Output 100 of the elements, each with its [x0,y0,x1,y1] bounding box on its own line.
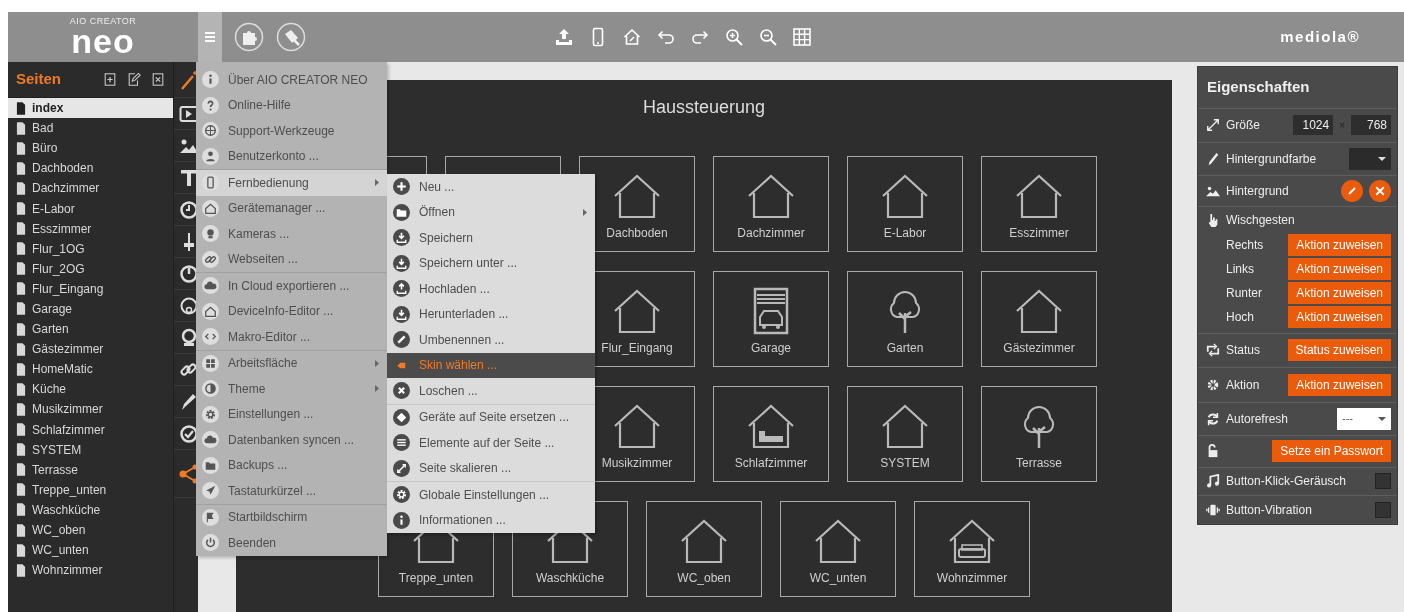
grid-icon [202,354,219,372]
timer-icon[interactable] [179,263,199,284]
page-item[interactable]: Garten [8,319,173,340]
room-tile[interactable]: WC_oben [646,501,762,597]
room-tile[interactable]: Garten [847,271,963,367]
menu-item[interactable]: Über AIO CREATOR NEO [196,67,387,93]
menu-item[interactable]: Online-Hilfe [196,92,387,118]
room-tile[interactable]: Terrasse [981,386,1097,482]
menu-item[interactable]: Makro-Editor ... [196,324,387,350]
edit-icon[interactable] [1346,184,1358,197]
puzzle-icon[interactable] [234,22,264,52]
zoom-in-icon[interactable] [724,27,745,47]
clock-icon[interactable] [179,199,199,220]
menu-item[interactable]: Fernbedienung [196,170,387,196]
page-icon [16,423,26,437]
folder-icon [393,203,410,221]
room-tile[interactable]: Wohnzimmer [914,501,1030,597]
logo-caption: AIO CREATOR [69,16,137,26]
menu-item[interactable]: In Cloud exportieren ... [196,273,387,299]
page-item[interactable]: Flur_1OG [8,238,173,259]
page-item[interactable]: Dachboden [8,158,173,179]
room-tile[interactable]: Schlafzimmer [713,386,829,482]
menu-item[interactable]: DeviceInfo-Editor ... [196,298,387,324]
room-tile[interactable]: Garage [713,271,829,367]
check-icon[interactable] [179,423,199,444]
set-password-button[interactable]: Setze ein Passwort [1272,440,1391,462]
page-item[interactable]: WC_unten [8,540,173,561]
assign-action-button[interactable]: Aktion zuweisen [1288,305,1391,328]
close-icon[interactable] [1374,184,1386,197]
page-item[interactable]: Flur_2OG [8,258,173,279]
menu-item[interactable]: Kameras ... [196,221,387,247]
menu-item[interactable]: Webseiten ... [196,246,387,272]
checkbox[interactable] [1375,501,1391,518]
page-item[interactable]: Flur_Eingang [8,278,173,299]
page-item[interactable]: WC_oben [8,519,173,541]
edit-page-icon[interactable] [127,72,141,87]
gauge-icon[interactable] [179,295,199,316]
page-item[interactable]: index [8,98,173,119]
page-icon [16,483,26,497]
menu-item[interactable]: Tastaturkürzel ... [196,478,387,504]
tile-label: Treppe_unten [398,570,474,587]
page-item[interactable]: Terrasse [8,459,173,480]
room-tile[interactable]: WC_unten [780,501,896,597]
assign-action-button[interactable]: Aktion zuweisen [1288,281,1391,304]
page-item[interactable]: Garage [8,298,173,320]
page-item[interactable]: Treppe_unten [8,479,173,500]
menu-item[interactable]: Backups ... [196,452,387,478]
menu-item[interactable]: Einstellungen ... [196,401,387,427]
help-icon [202,96,219,114]
page-item[interactable]: Esszimmer [8,218,173,239]
person-icon [202,147,219,165]
zoom-out-icon[interactable] [758,27,779,47]
rocket-icon [202,482,219,500]
magic-wand-icon[interactable] [179,69,199,90]
menu-item[interactable]: Theme [196,376,387,402]
page-item[interactable]: SYSTEM [8,439,173,460]
width-field[interactable]: 1024 [1293,115,1334,135]
power-icon [202,534,219,552]
page-item[interactable]: Gästezimmer [8,339,173,360]
checkbox[interactable] [1375,473,1391,489]
page-item[interactable]: Waschküche [8,499,173,520]
menu-item[interactable]: Gerätemanager ... [196,195,387,221]
page-item[interactable]: E-Labor [8,198,173,219]
resize-icon [393,459,410,477]
webcam-icon[interactable] [179,327,199,348]
menu-item[interactable]: Arbeitsfläche [196,350,387,376]
add-page-icon[interactable] [103,72,117,87]
page-item[interactable]: Büro [8,138,173,159]
download-icon [393,305,410,323]
page-item[interactable]: HomeMatic [8,359,173,380]
page-item[interactable]: Musikzimmer [8,399,173,420]
room-tile[interactable]: SYSTEM [847,386,963,482]
assign-action-button[interactable]: Aktion zuweisen [1288,233,1391,256]
delete-page-icon[interactable] [151,72,165,87]
house-icon[interactable] [622,27,643,47]
height-field[interactable]: 768 [1351,115,1391,135]
page-icon [16,101,26,115]
page-item[interactable]: Schlafzimmer [8,419,173,440]
tools-icon[interactable] [276,22,306,52]
menu-item[interactable]: Datenbanken syncen ... [196,427,387,453]
page-item[interactable]: Küche [8,379,173,400]
assign-action-button[interactable]: Aktion zuweisen [1288,373,1391,396]
assign-action-button[interactable]: Aktion zuweisen [1288,257,1391,280]
room-tile[interactable]: Dachzimmer [713,156,829,252]
play-icon[interactable] [179,103,199,124]
assign-status-button[interactable]: Status zuweisen [1287,339,1391,361]
color-select[interactable] [1349,147,1391,170]
panel-title: Eigenschaften [1198,67,1397,109]
room-tile[interactable]: Esszimmer [981,156,1097,252]
room-tile[interactable]: E-Labor [847,156,963,252]
page-item[interactable]: Bad [8,118,173,139]
menu-item[interactable]: Benutzerkonto ... [196,143,387,169]
room-tile[interactable]: Gästezimmer [981,271,1097,367]
page-item[interactable]: Wohnzimmer [8,560,173,581]
grid-icon[interactable] [792,27,813,47]
page-item[interactable]: Dachzimmer [8,178,173,199]
autorefresh-select[interactable]: --- [1337,407,1391,430]
upload-icon[interactable] [554,27,575,47]
text-tool-icon[interactable] [179,167,199,188]
menu-item[interactable]: Support-Werkzeuge [196,118,387,144]
